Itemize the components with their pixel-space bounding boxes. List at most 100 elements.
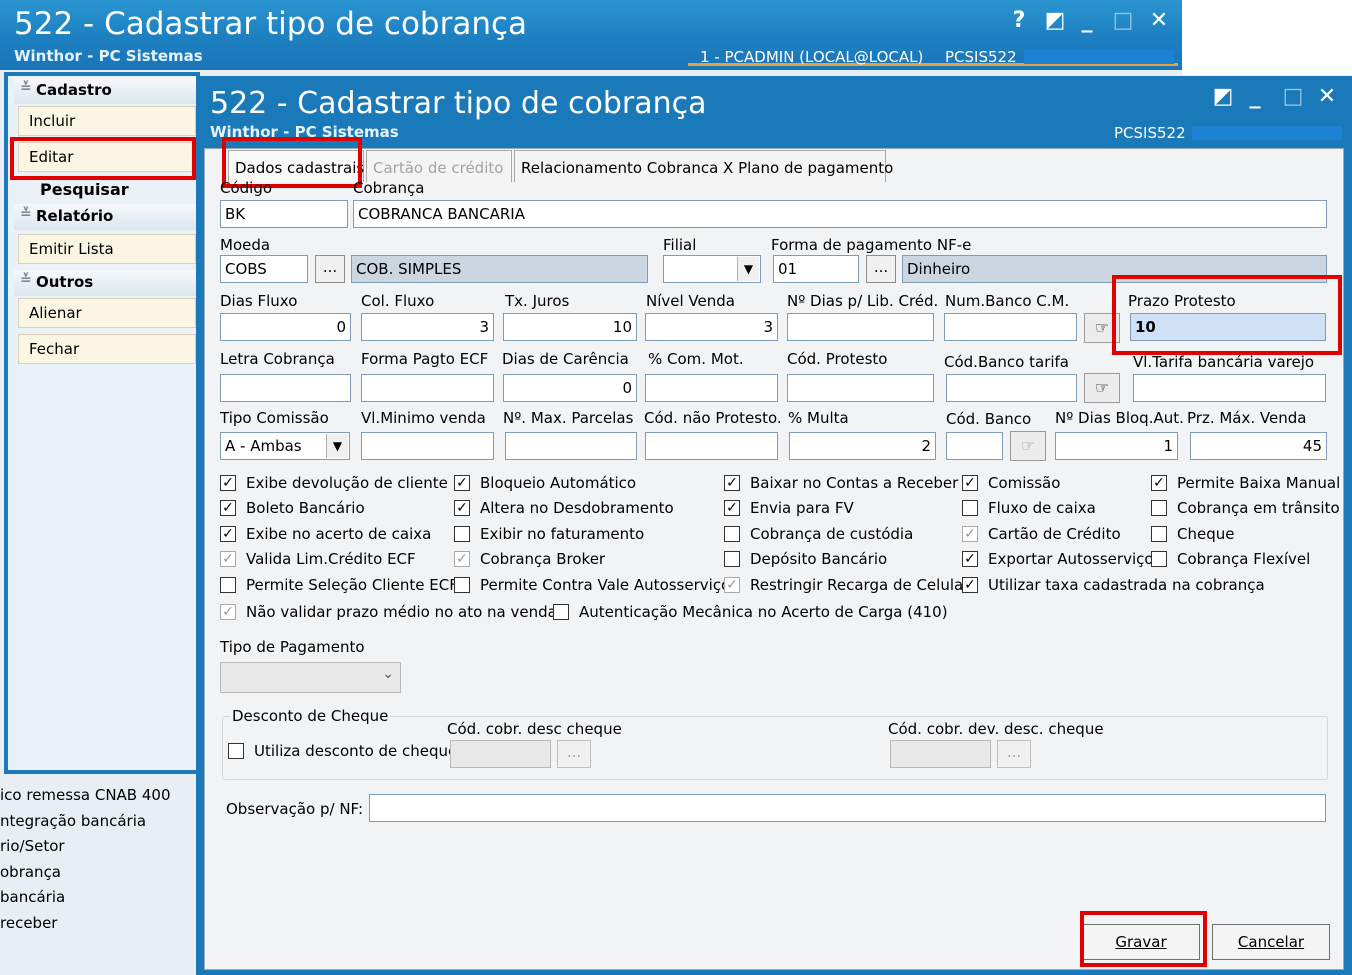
label-cod-desc-cheque: Cód. cobr. desc cheque (447, 720, 622, 738)
status-bar-fill (1192, 126, 1342, 140)
help-icon[interactable]: ? (1006, 10, 1032, 32)
label-com-mot: % Com. Mot. (648, 350, 744, 368)
checkbox-checked[interactable]: ✓ (962, 475, 978, 491)
checkbox-unchecked[interactable] (1151, 551, 1167, 567)
tipo-pagamento-select[interactable]: ⌄ (220, 662, 401, 693)
observacao-input[interactable] (369, 794, 1326, 822)
cod-desc-cheque-input[interactable] (450, 740, 551, 768)
cod-nao-protesto-input[interactable] (645, 432, 778, 460)
menu-item-emitir-lista[interactable]: Emitir Lista (18, 234, 196, 264)
label-tipo-comissao: Tipo Comissão (220, 409, 329, 427)
tab-relacionamento[interactable]: Relacionamento Cobranca X Plano de pagam… (514, 150, 893, 182)
col-fluxo-input[interactable]: 3 (361, 313, 494, 341)
menu-item-pesquisar[interactable]: Pesquisar (40, 180, 129, 199)
maximize-icon[interactable]: □ (1110, 10, 1136, 32)
cod-desc-cheque-lookup-button[interactable]: ... (557, 740, 591, 768)
cod-banco-tarifa-input[interactable] (946, 374, 1077, 402)
bg-list-item[interactable]: bancária (0, 888, 196, 906)
checkbox-label: Envia para FV (750, 499, 854, 517)
letra-cobranca-input[interactable] (220, 374, 351, 402)
chevron-down-icon[interactable]: ▼ (326, 434, 348, 458)
prz-max-venda-input[interactable]: 45 (1190, 432, 1327, 460)
restore-icon[interactable]: ◩ (1210, 86, 1236, 108)
dias-bloq-input[interactable]: 1 (1055, 432, 1178, 460)
bg-list-item[interactable]: receber (0, 914, 196, 932)
checkbox-unchecked[interactable] (724, 526, 740, 542)
menu-group-relatorio[interactable]: ≚ Relatório (14, 204, 196, 230)
checkbox-checked[interactable]: ✓ (220, 475, 236, 491)
checkbox-checked[interactable]: ✓ (1151, 475, 1167, 491)
outer-titlebar: 522 - Cadastrar tipo de cobrança Winthor… (0, 0, 1182, 70)
checkbox-checked[interactable]: ✓ (724, 500, 740, 516)
checkbox-unchecked[interactable] (454, 526, 470, 542)
filial-select[interactable]: ▼ (663, 255, 761, 283)
checkbox-checked[interactable]: ✓ (454, 475, 470, 491)
checkbox-checked[interactable]: ✓ (454, 551, 470, 567)
vl-tarifa-input[interactable] (1133, 374, 1326, 402)
close-icon[interactable]: ✕ (1314, 86, 1340, 108)
maximize-icon[interactable]: □ (1280, 86, 1306, 108)
minimize-icon[interactable]: _ (1242, 86, 1268, 108)
checkbox-unchecked[interactable] (962, 500, 978, 516)
tipo-comissao-select[interactable]: A - Ambas ▼ (220, 432, 350, 460)
multa-input[interactable]: 2 (789, 432, 936, 460)
checkbox-checked[interactable]: ✓ (962, 551, 978, 567)
checkbox-label: Valida Lim.Crédito ECF (246, 550, 416, 568)
menu-group-cadastro[interactable]: ≚ Cadastro (14, 78, 196, 104)
minimize-icon[interactable]: _ (1074, 10, 1100, 32)
forma-nfe-input[interactable]: 01 (773, 255, 859, 283)
bg-list-item[interactable]: rio/Setor (0, 837, 196, 855)
tab-cartao-credito[interactable]: Cartão de crédito (366, 150, 512, 182)
moeda-lookup-button[interactable]: ... (315, 255, 345, 283)
max-parcelas-input[interactable] (505, 432, 637, 460)
cod-protesto-input[interactable] (787, 374, 934, 402)
tx-juros-input[interactable]: 10 (503, 313, 637, 341)
codigo-input[interactable]: BK (220, 200, 348, 228)
forma-nfe-lookup-button[interactable]: ... (866, 255, 896, 283)
com-mot-input[interactable] (645, 374, 778, 402)
checkbox-checked[interactable]: ✓ (220, 500, 236, 516)
num-banco-cm-input[interactable] (944, 313, 1077, 341)
bg-list-item[interactable]: obrança (0, 863, 196, 881)
checkbox-checked[interactable]: ✓ (220, 526, 236, 542)
vl-minimo-venda-input[interactable] (361, 432, 494, 460)
checkbox-unchecked[interactable] (220, 577, 236, 593)
checkbox-unchecked[interactable] (1151, 526, 1167, 542)
close-icon[interactable]: ✕ (1146, 10, 1172, 32)
pointing-hand-icon[interactable]: ☞ (1010, 431, 1046, 461)
menu-group-label: Outros (36, 273, 94, 291)
checkbox-checked[interactable]: ✓ (962, 526, 978, 542)
menu-group-outros[interactable]: ≚ Outros (14, 270, 196, 296)
cod-dev-desc-cheque-input[interactable] (890, 740, 991, 768)
menu-item-fechar[interactable]: Fechar (18, 334, 196, 364)
label-cobranca: Cobrança (353, 179, 425, 197)
cod-dev-desc-cheque-lookup-button[interactable]: ... (997, 740, 1031, 768)
checkbox-unchecked[interactable] (1151, 500, 1167, 516)
cancelar-button[interactable]: Cancelar (1212, 924, 1330, 960)
checkbox-unchecked[interactable] (553, 604, 569, 620)
nivel-venda-input[interactable]: 3 (645, 313, 778, 341)
checkbox-checked[interactable]: ✓ (724, 577, 740, 593)
dias-lib-cred-input[interactable] (787, 313, 934, 341)
checkbox-checked[interactable]: ✓ (220, 604, 236, 620)
checkbox-unchecked[interactable] (228, 743, 244, 759)
pointing-hand-icon[interactable]: ☞ (1084, 373, 1120, 403)
menu-item-incluir[interactable]: Incluir (18, 106, 196, 136)
dias-fluxo-input[interactable]: 0 (220, 313, 351, 341)
checkbox-checked[interactable]: ✓ (724, 475, 740, 491)
dias-carencia-input[interactable]: 0 (503, 374, 637, 402)
checkbox-checked[interactable]: ✓ (220, 551, 236, 567)
menu-item-alienar[interactable]: Alienar (18, 298, 196, 328)
checkbox-unchecked[interactable] (454, 577, 470, 593)
checkbox-checked[interactable]: ✓ (454, 500, 470, 516)
bg-list-item[interactable]: ico remessa CNAB 400 (0, 786, 196, 804)
restore-icon[interactable]: ◩ (1042, 10, 1068, 32)
moeda-input[interactable]: COBS (220, 255, 308, 283)
checkbox-unchecked[interactable] (724, 551, 740, 567)
forma-pagto-ecf-input[interactable] (361, 374, 494, 402)
cod-banco-input[interactable] (946, 432, 1003, 460)
chevron-down-icon[interactable]: ▼ (737, 257, 759, 281)
checkbox-checked[interactable]: ✓ (962, 577, 978, 593)
cobranca-input[interactable]: COBRANCA BANCARIA (353, 200, 1327, 228)
bg-list-item[interactable]: ntegração bancária (0, 812, 196, 830)
